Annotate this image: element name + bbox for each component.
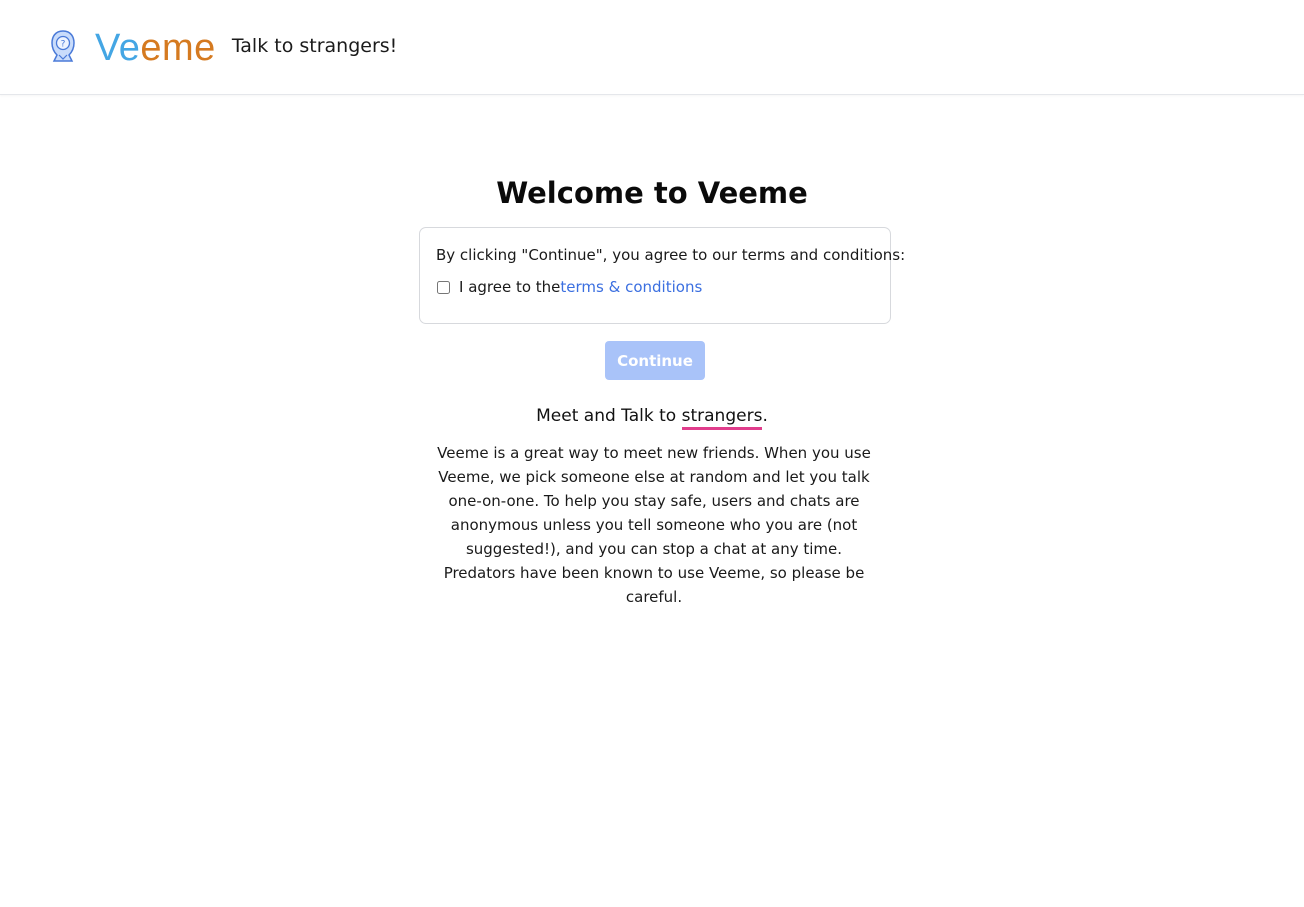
app-header: ? Veeme Talk to strangers!: [0, 0, 1304, 95]
agree-label: I agree to the: [459, 278, 561, 296]
terms-notice: By clicking "Continue", you agree to our…: [436, 246, 906, 264]
agree-row: I agree to the terms & conditions: [436, 278, 890, 296]
terms-link[interactable]: terms & conditions: [560, 278, 702, 296]
continue-button[interactable]: Continue: [605, 341, 705, 380]
intro-heading: Meet and Talk to strangers.: [0, 406, 1304, 430]
hooded-stranger-icon: ?: [48, 29, 78, 63]
header-tagline: Talk to strangers!: [231, 35, 398, 57]
terms-card: By clicking "Continue", you agree to our…: [419, 227, 906, 324]
brand-logo-text[interactable]: Veeme: [95, 29, 216, 67]
page-title: Welcome to Veeme: [496, 176, 808, 210]
agree-checkbox[interactable]: [437, 280, 450, 294]
description-text: Veeme is a great way to meet new friends…: [437, 444, 871, 606]
svg-text:?: ?: [61, 40, 66, 50]
intro-highlight: strangers: [681, 406, 763, 430]
intro-prefix: Meet and Talk to: [536, 406, 682, 426]
intro-suffix: .: [762, 406, 768, 426]
